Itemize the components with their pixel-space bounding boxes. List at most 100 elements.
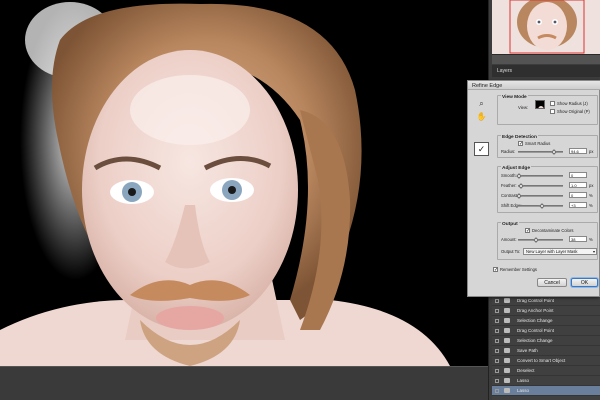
history-snapshot-icon[interactable] <box>495 299 499 303</box>
contrast-value-field[interactable]: 0 <box>569 192 587 198</box>
remember-settings-label: Remember Settings <box>500 267 538 272</box>
amount-unit: % <box>589 237 593 242</box>
show-radius-checkbox[interactable] <box>550 101 555 106</box>
history-item[interactable]: Selection Change <box>492 316 600 326</box>
history-item-label: Convert to Smart Object <box>517 358 566 363</box>
feather-value-field[interactable]: 1.0 <box>569 182 587 188</box>
dialog-title: Refine Edge <box>472 82 503 89</box>
status-bar <box>0 366 488 400</box>
smooth-label: Smooth: <box>501 173 517 178</box>
smart-radius-checkbox[interactable]: ✓ <box>518 141 523 147</box>
adjust-edge-group: Adjust Edge Smooth: 0 Feather: 1.0 px Contras… <box>497 166 598 213</box>
show-radius-label: Show Radius (J) <box>557 101 588 106</box>
output-to-value: New Layer with Layer Mask <box>526 249 578 254</box>
history-item-label: Lasso <box>517 378 530 383</box>
history-item-label: Drag Control Point <box>517 328 555 333</box>
feather-label: Feather: <box>501 183 517 188</box>
history-state-icon <box>504 308 510 313</box>
output-group: Output ✓ Decontaminate Colors Amount: 38… <box>497 222 598 260</box>
history-state-icon <box>504 368 510 373</box>
history-state-icon <box>504 318 510 323</box>
history-snapshot-icon[interactable] <box>495 339 499 343</box>
history-item[interactable]: Drag Control Point <box>492 296 600 306</box>
feather-slider-knob[interactable] <box>517 183 524 189</box>
zoom-tool-icon[interactable]: ⌕ <box>476 99 487 109</box>
history-item[interactable]: Save Path <box>492 346 600 356</box>
hand-tool-icon[interactable]: ✋ <box>476 112 487 122</box>
amount-value-field[interactable]: 38 <box>569 236 587 242</box>
adjust-edge-title: Adjust Edge <box>501 166 531 171</box>
cancel-button[interactable]: Cancel <box>537 278 567 287</box>
history-state-icon <box>504 388 510 393</box>
history-item[interactable]: Deselect <box>492 366 600 376</box>
dialog-title-bar[interactable]: Refine Edge <box>468 81 600 90</box>
history-item-label: Drag Control Point <box>517 298 555 303</box>
ok-button[interactable]: OK <box>571 278 598 287</box>
refine-edge-dialog: Refine Edge ⌕ ✋ ✓ View Mode View: Show R… <box>467 80 600 297</box>
history-state-icon <box>504 338 510 343</box>
navigator-zoom-slider[interactable] <box>492 54 600 64</box>
history-item-label: Lasso <box>517 388 530 393</box>
portrait-image <box>0 0 488 366</box>
history-snapshot-icon[interactable] <box>495 329 499 333</box>
history-snapshot-icon[interactable] <box>495 359 499 363</box>
dialog-toolstrip: ⌕ ✋ ✓ <box>469 91 493 156</box>
photoshop-window: Layers Drag Control Point Drag Anchor Poi… <box>0 0 600 400</box>
feather-unit: px <box>589 183 594 188</box>
history-snapshot-icon[interactable] <box>495 369 499 373</box>
output-title: Output <box>501 222 519 227</box>
history-item[interactable]: Lasso <box>492 376 600 386</box>
radius-label: Radius: <box>501 149 516 154</box>
history-snapshot-icon[interactable] <box>495 319 499 323</box>
show-original-label: Show Original (P) <box>557 109 590 114</box>
history-item-label: Selection Change <box>517 338 553 343</box>
view-mode-group: View Mode View: Show Radius (J) Show Ori… <box>497 95 598 125</box>
history-state-icon <box>504 358 510 363</box>
smooth-value-field[interactable]: 0 <box>569 172 587 178</box>
shiftedge-value-field[interactable]: +3 <box>569 202 587 208</box>
history-item[interactable]: Selection Change <box>492 336 600 346</box>
history-item[interactable]: Drag Anchor Point <box>492 306 600 316</box>
layers-tab-label: Layers <box>497 68 513 74</box>
output-to-select[interactable]: New Layer with Layer Mask ▾ <box>523 248 597 255</box>
shiftedge-unit: % <box>589 203 593 208</box>
edge-detection-group: Edge Detection ✓ Smart Radius Radius: 94… <box>497 135 598 158</box>
history-snapshot-icon[interactable] <box>495 389 499 393</box>
view-mode-thumbnail[interactable] <box>535 100 545 109</box>
view-mode-title: View Mode <box>501 95 528 100</box>
history-item[interactable]: Drag Control Point <box>492 326 600 336</box>
feather-slider[interactable] <box>518 185 563 187</box>
history-item-label: Save Path <box>517 348 538 353</box>
history-item[interactable]: Lasso <box>492 386 600 396</box>
refine-radius-brush-icon[interactable]: ✓ <box>474 142 489 156</box>
document-canvas[interactable] <box>0 0 488 366</box>
history-panel: Drag Control Point Drag Anchor Point Selec… <box>492 296 600 400</box>
history-snapshot-icon[interactable] <box>495 309 499 313</box>
contrast-slider[interactable] <box>518 195 563 197</box>
chevron-down-icon: ▾ <box>592 249 595 254</box>
history-snapshot-icon[interactable] <box>495 379 499 383</box>
history-item-label: Drag Anchor Point <box>517 308 554 313</box>
history-item-label: Deselect <box>517 368 535 373</box>
history-state-icon <box>504 298 510 303</box>
amount-slider[interactable] <box>518 239 563 241</box>
navigator-thumbnail[interactable] <box>492 0 600 54</box>
smart-radius-label: Smart Radius <box>525 141 551 146</box>
radius-value-field[interactable]: 94.6 <box>569 148 587 154</box>
edge-detection-title: Edge Detection <box>501 135 538 140</box>
history-item[interactable]: Convert to Smart Object <box>492 356 600 366</box>
show-original-checkbox[interactable] <box>550 109 555 114</box>
history-state-icon <box>504 328 510 333</box>
smooth-slider[interactable] <box>518 175 563 177</box>
navigator-preview-image <box>492 0 600 54</box>
view-label: View: <box>518 105 529 110</box>
decontaminate-checkbox[interactable]: ✓ <box>525 228 530 234</box>
history-state-icon <box>504 378 510 383</box>
amount-label: Amount: <box>501 237 517 242</box>
history-state-icon <box>504 348 510 353</box>
tab-layers[interactable]: Layers <box>492 65 600 77</box>
history-snapshot-icon[interactable] <box>495 349 499 353</box>
remember-settings-checkbox[interactable]: ✓ <box>493 267 498 273</box>
output-to-label: Output To: <box>501 249 521 254</box>
radius-unit: px <box>589 149 594 154</box>
